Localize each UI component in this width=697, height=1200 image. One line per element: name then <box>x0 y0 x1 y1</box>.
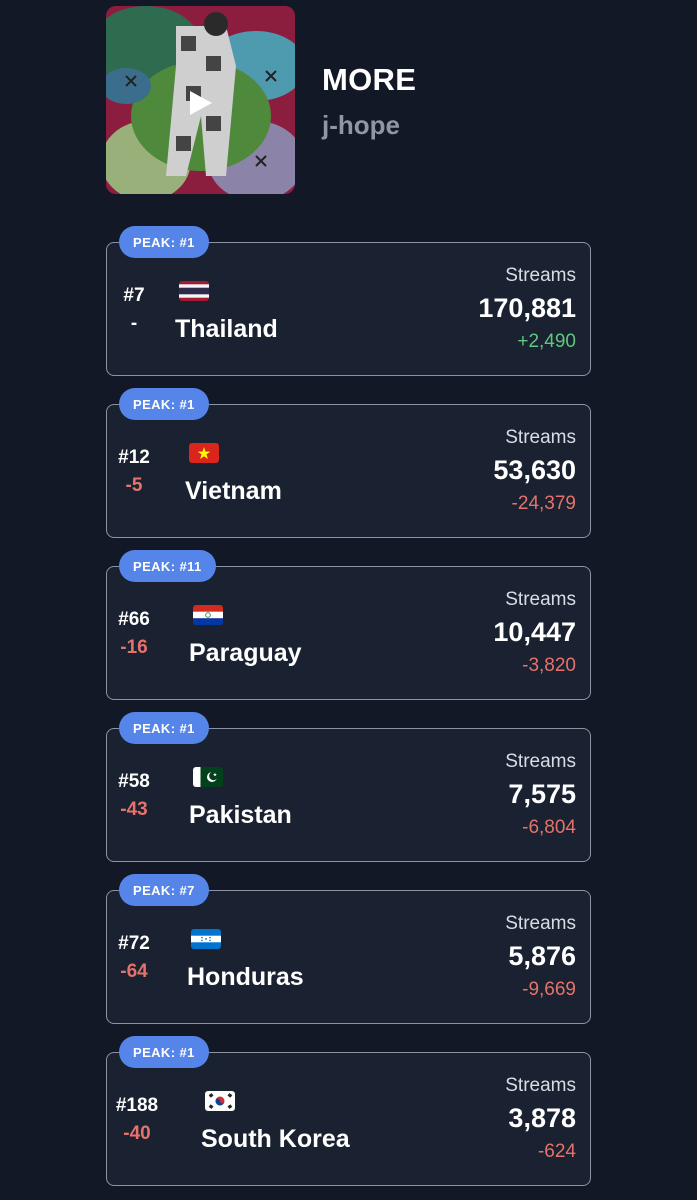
peak-badge: PEAK: #1 <box>119 226 209 258</box>
song-title: MORE <box>322 62 417 97</box>
streams-delta: -624 <box>537 1141 576 1162</box>
streams-label: Streams <box>505 913 576 934</box>
play-icon[interactable] <box>184 86 218 120</box>
peak-badge: PEAK: #1 <box>119 712 209 744</box>
rank-change: -5 <box>125 475 143 496</box>
streams-count: 53,630 <box>493 455 576 485</box>
rank: #58 <box>118 771 150 792</box>
paraguay-flag-icon <box>193 605 223 625</box>
rank-change: -64 <box>120 961 148 982</box>
vietnam-flag-icon <box>189 443 219 463</box>
country-row-vietnam[interactable]: PEAK: #1 #12 -5 Vietnam Streams 53,630 -… <box>106 388 591 538</box>
streams-delta: -24,379 <box>511 493 576 514</box>
country-name: Vietnam <box>185 477 282 505</box>
streams-label: Streams <box>505 589 576 610</box>
country-name: Pakistan <box>189 801 292 829</box>
streams-count: 170,881 <box>478 293 576 323</box>
streams-label: Streams <box>505 427 576 448</box>
country-row-south-korea[interactable]: PEAK: #1 #188 -40 South Korea Streams 3,… <box>106 1036 591 1186</box>
streams-delta: -9,669 <box>522 979 576 1000</box>
streams-count: 5,876 <box>508 941 576 971</box>
album-cover[interactable] <box>106 6 295 194</box>
country-row-honduras[interactable]: PEAK: #7 #72 -64 Honduras Streams 5,876 … <box>106 874 591 1024</box>
country-row-paraguay[interactable]: PEAK: #11 #66 -16 Paraguay Streams 10,44… <box>106 550 591 700</box>
rank: #188 <box>115 1095 159 1116</box>
peak-badge: PEAK: #1 <box>119 388 209 420</box>
peak-badge: PEAK: #7 <box>119 874 209 906</box>
peak-badge: PEAK: #1 <box>119 1036 209 1068</box>
rank: #72 <box>118 933 150 954</box>
pakistan-flag-icon <box>193 767 223 787</box>
streams-delta: -3,820 <box>522 655 576 676</box>
streams-delta: -6,804 <box>522 817 576 838</box>
honduras-flag-icon <box>191 929 221 949</box>
rank-change: -43 <box>120 799 148 820</box>
peak-badge: PEAK: #11 <box>119 550 216 582</box>
country-row-thailand[interactable]: PEAK: #1 #7 - Thailand Streams 170,881 +… <box>106 226 591 376</box>
streams-label: Streams <box>505 265 576 286</box>
rank: #7 <box>123 285 145 306</box>
streams-count: 3,878 <box>508 1103 576 1133</box>
artist-name[interactable]: j-hope <box>322 110 400 141</box>
country-name: Paraguay <box>189 639 302 667</box>
rank: #66 <box>118 609 150 630</box>
streams-label: Streams <box>505 751 576 772</box>
country-row-pakistan[interactable]: PEAK: #1 #58 -43 Pakistan Streams 7,575 … <box>106 712 591 862</box>
streams-label: Streams <box>505 1075 576 1096</box>
song-header: MORE j-hope <box>106 6 666 194</box>
south-korea-flag-icon <box>205 1091 235 1111</box>
rank-change: -16 <box>120 637 148 658</box>
thailand-flag-icon <box>179 281 209 301</box>
country-name: Honduras <box>187 963 304 991</box>
rank-change: - <box>130 313 138 334</box>
rank-change: -40 <box>123 1123 151 1144</box>
streams-count: 7,575 <box>508 779 576 809</box>
country-name: South Korea <box>201 1125 350 1153</box>
streams-delta: +2,490 <box>517 331 576 352</box>
country-name: Thailand <box>175 315 278 343</box>
rank: #12 <box>118 447 150 468</box>
streams-count: 10,447 <box>493 617 576 647</box>
